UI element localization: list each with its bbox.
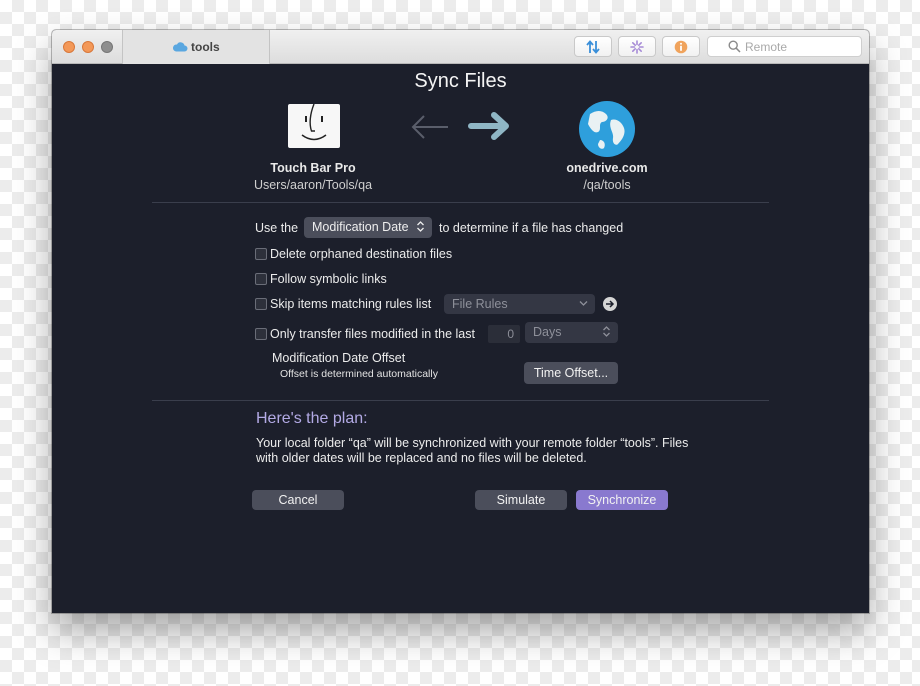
search-icon — [728, 40, 741, 53]
follow-symlinks-checkbox[interactable] — [255, 273, 267, 285]
updown-chevron-icon — [417, 221, 424, 232]
close-window-button[interactable] — [63, 41, 75, 53]
cloud-icon — [172, 42, 188, 52]
time-offset-button[interactable]: Time Offset... — [524, 362, 618, 384]
source-path: Users/aaron/Tools/qa — [253, 178, 373, 192]
updown-chevron-icon — [603, 326, 610, 337]
skip-items-checkbox[interactable] — [255, 298, 267, 310]
compare-method-select[interactable]: Modification Date — [304, 217, 432, 238]
delete-orphaned-label: Delete orphaned destination files — [270, 247, 453, 261]
chevron-down-icon — [579, 301, 588, 306]
tab-tools[interactable]: tools — [122, 30, 270, 64]
destination-path: /qa/tools — [583, 178, 631, 192]
synchronize-button[interactable]: Synchronize — [576, 490, 668, 510]
sync-window: tools Remote Sync Files Touch Bar Pro Us… — [52, 30, 869, 613]
activity-button[interactable] — [618, 36, 656, 57]
spinner-icon — [630, 39, 644, 54]
skip-items-label: Skip items matching rules list — [270, 297, 432, 311]
transfer-button[interactable] — [574, 36, 612, 57]
finder-icon — [288, 103, 340, 148]
compare-method-value: Modification Date — [312, 220, 409, 234]
days-unit-value: Days — [533, 325, 562, 339]
days-unit-select[interactable]: Days — [525, 322, 618, 343]
divider — [152, 202, 769, 203]
offset-subtitle: Offset is determined automatically — [280, 368, 438, 380]
titlebar: tools Remote — [52, 30, 869, 64]
page-title: Sync Files — [414, 70, 507, 92]
tab-label: tools — [191, 40, 220, 54]
cancel-button[interactable]: Cancel — [252, 490, 344, 510]
minimize-window-button[interactable] — [82, 41, 94, 53]
delete-orphaned-checkbox[interactable] — [255, 248, 267, 260]
globe-icon — [579, 101, 635, 157]
info-icon — [674, 40, 688, 53]
follow-symlinks-label: Follow symbolic links — [270, 272, 387, 286]
days-count-field[interactable]: 0 — [488, 325, 520, 343]
arrow-left-icon — [411, 115, 448, 139]
transfer-arrows-icon — [586, 39, 600, 54]
arrow-right-icon — [468, 112, 509, 140]
remote-search-field[interactable]: Remote — [707, 36, 862, 57]
search-placeholder: Remote — [745, 40, 788, 54]
source-name: Touch Bar Pro — [270, 161, 356, 175]
rules-list-value: File Rules — [452, 297, 508, 311]
determine-label: to determine if a file has changed — [439, 221, 624, 235]
info-button[interactable] — [662, 36, 700, 57]
plan-title: Here's the plan: — [256, 410, 368, 427]
only-transfer-checkbox[interactable] — [255, 328, 267, 340]
use-the-label: Use the — [255, 221, 299, 235]
destination-name: onedrive.com — [566, 161, 648, 175]
zoom-window-button[interactable] — [101, 41, 113, 53]
rules-list-select[interactable]: File Rules — [444, 294, 595, 314]
divider — [152, 400, 769, 401]
go-arrow-icon[interactable] — [602, 296, 618, 312]
offset-title: Modification Date Offset — [272, 351, 406, 365]
plan-description: Your local folder “qa” will be synchroni… — [256, 436, 689, 465]
only-transfer-label: Only transfer files modified in the last — [270, 327, 475, 341]
simulate-button[interactable]: Simulate — [475, 490, 567, 510]
